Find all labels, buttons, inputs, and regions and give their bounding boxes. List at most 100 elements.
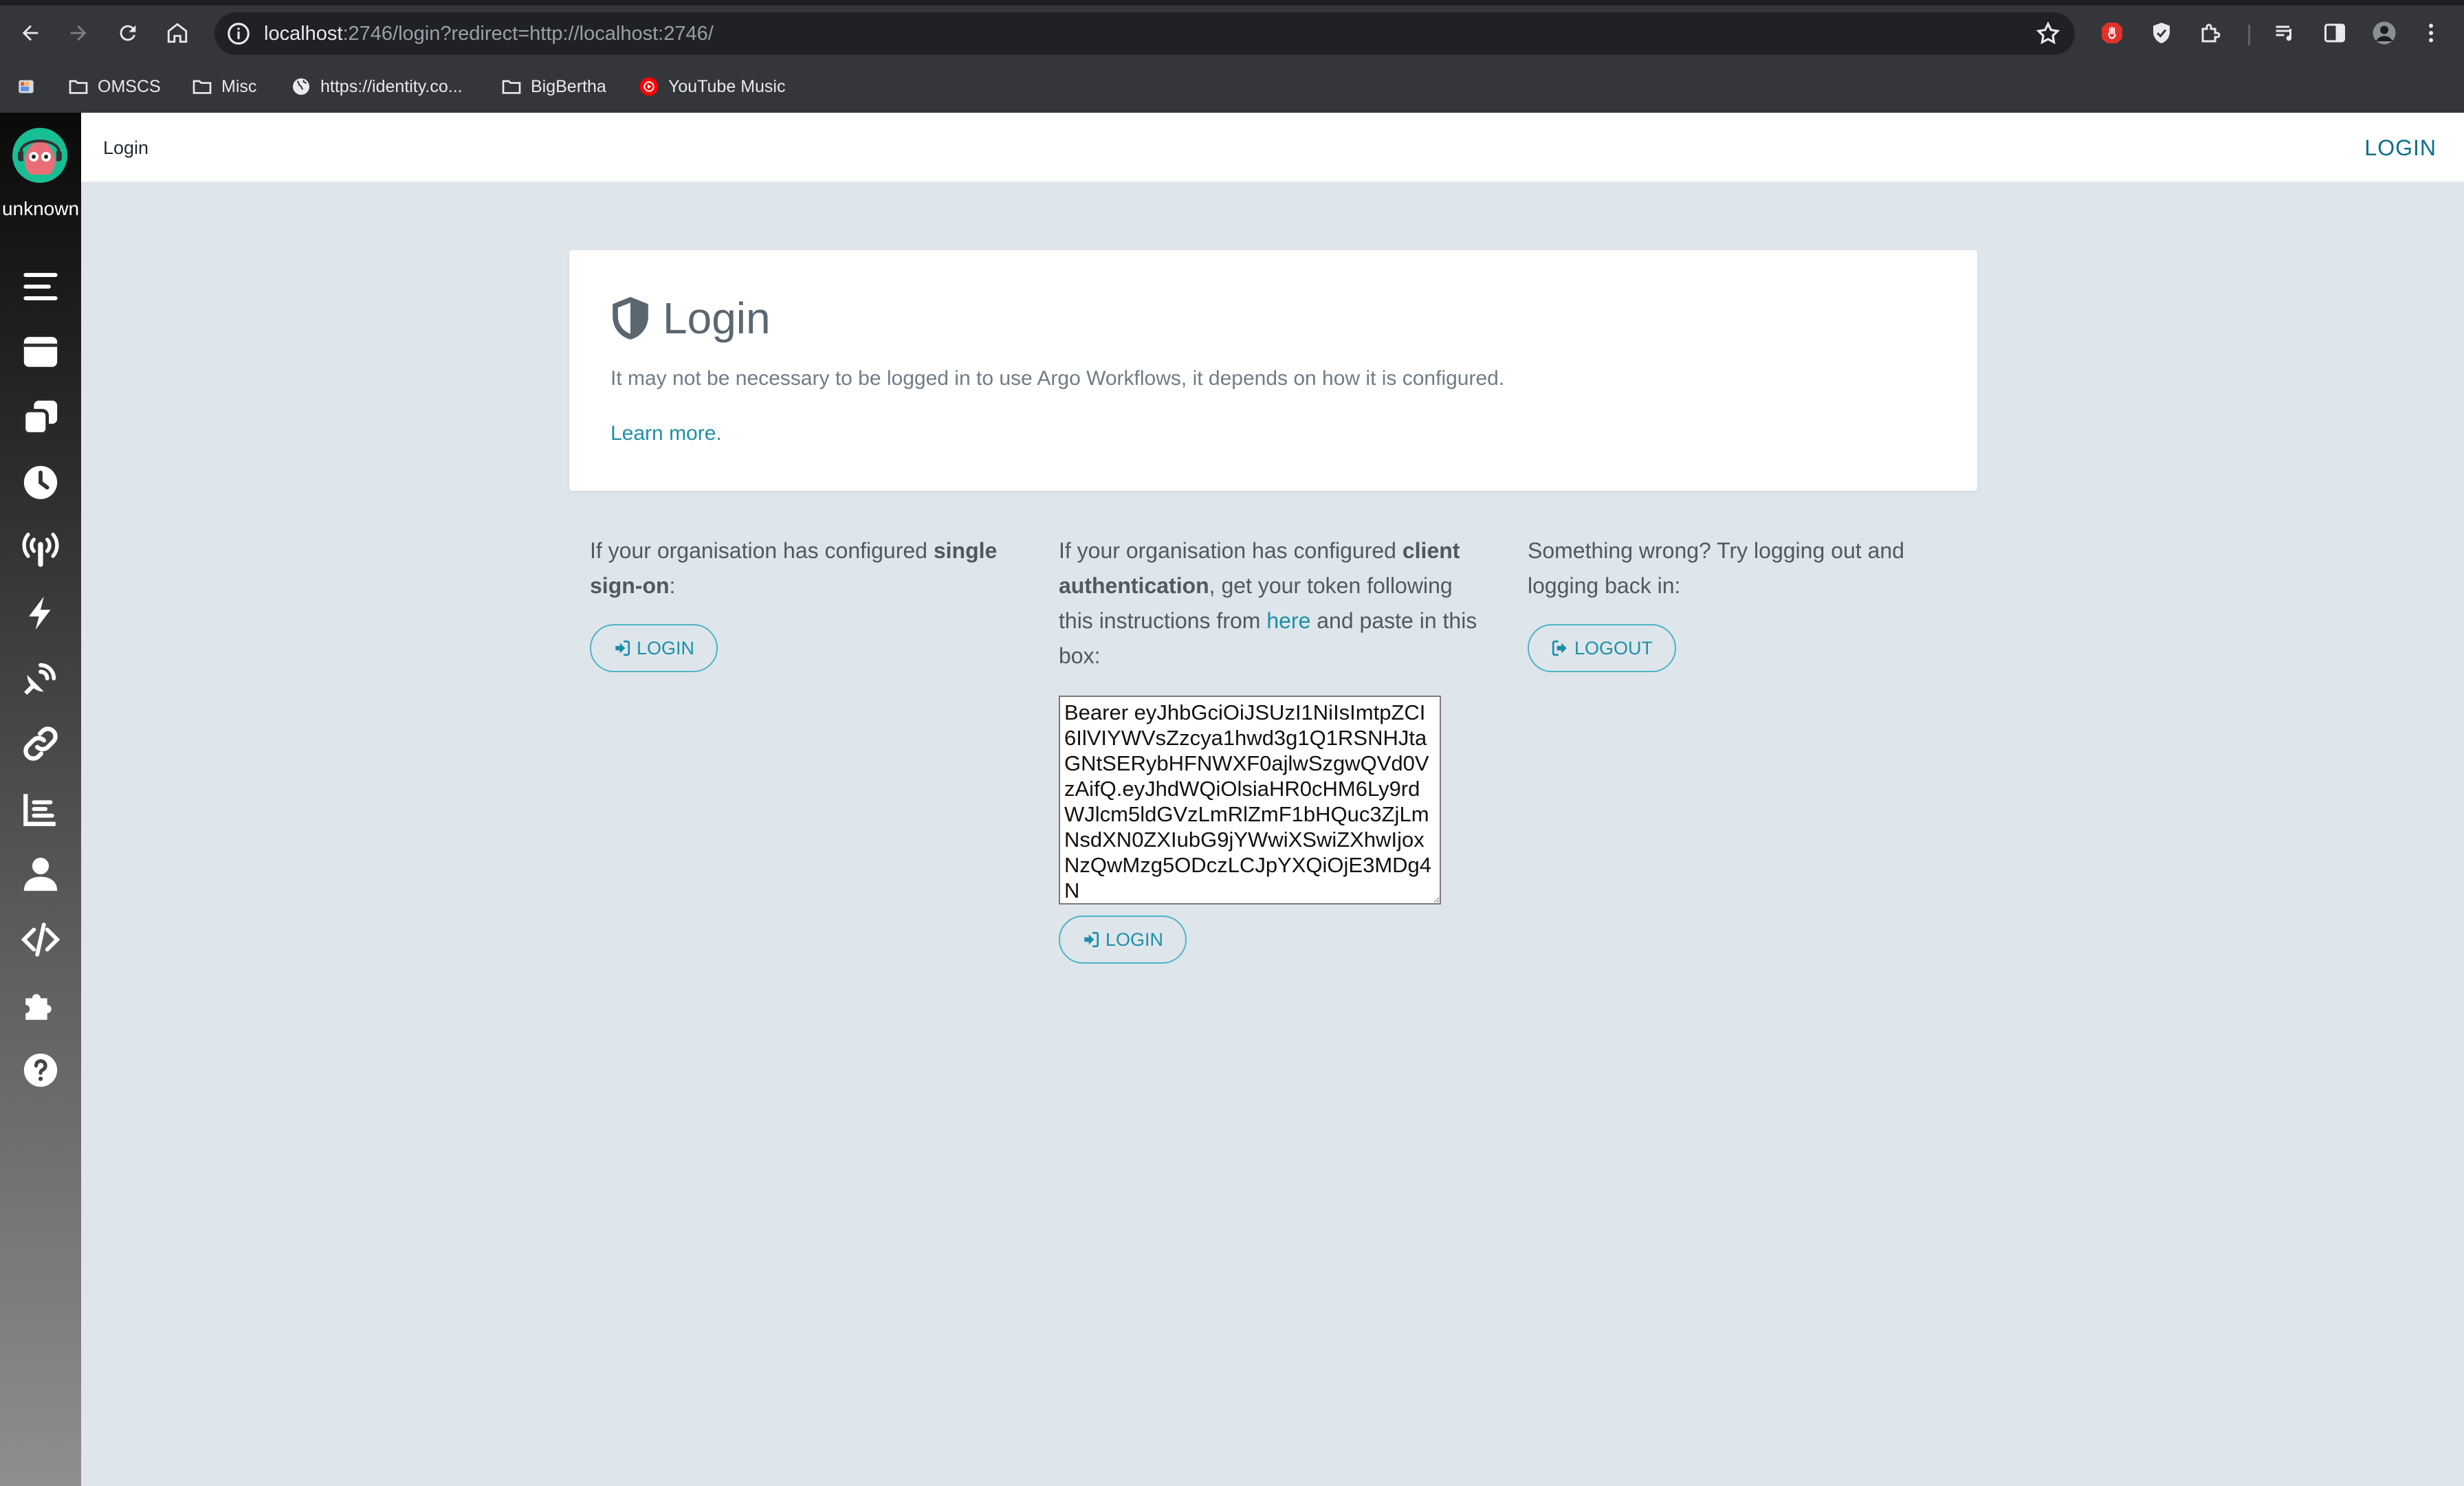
lightning-icon <box>29 596 51 630</box>
sign-out-icon <box>1552 640 1567 656</box>
site-info-icon[interactable] <box>226 21 252 47</box>
back-button[interactable] <box>12 15 48 51</box>
stop-hand-icon <box>2102 23 2122 43</box>
profile-button[interactable] <box>2370 19 2398 47</box>
side-panel-button[interactable] <box>2321 19 2348 47</box>
shield-icon <box>613 297 648 340</box>
sidebar-item-user[interactable] <box>18 852 63 897</box>
extensions-button[interactable] <box>2197 19 2225 47</box>
login-info-card: Login It may not be necessary to be logg… <box>569 250 1977 491</box>
help-icon <box>23 1053 58 1087</box>
folder-icon <box>502 80 521 94</box>
puzzle-icon <box>2201 23 2221 43</box>
browser-toolbar: localhost:2746/login?redirect=http://loc… <box>0 5 2464 60</box>
bookmark-misc[interactable]: Misc <box>191 73 256 100</box>
bookmark-app[interactable] <box>15 73 45 100</box>
sso-text-end: : <box>669 573 676 598</box>
playlist-icon <box>2276 25 2292 41</box>
url-text: localhost:2746/login?redirect=http://loc… <box>264 12 714 55</box>
sidebar-item-menu[interactable] <box>18 264 63 309</box>
workflow-templates-icon <box>22 400 58 436</box>
workflows-icon <box>23 337 58 367</box>
sidebar-item-event-sources[interactable] <box>18 525 63 570</box>
token-textarea[interactable]: Bearer eyJhbGciOiJSUzI1NiIsImtpZCI6IlVIY… <box>1059 696 1441 905</box>
globe-icon <box>293 78 309 95</box>
browser-chrome: localhost:2746/login?redirect=http://loc… <box>0 0 2464 113</box>
url-path: :2746/login?redirect=http://localhost:27… <box>342 23 714 45</box>
sign-in-icon <box>1084 931 1099 948</box>
arrow-right-icon <box>70 25 87 41</box>
extension-adblock[interactable] <box>2098 19 2126 47</box>
tab-strip <box>0 0 2464 5</box>
media-controls-button[interactable] <box>2272 19 2299 47</box>
breadcrumb: Login <box>103 137 149 158</box>
bookmark-youtube-music[interactable]: YouTube Music <box>638 73 785 100</box>
client-auth-text-1: If your organisation has configured <box>1059 538 1402 563</box>
bookmark-omscs[interactable]: OMSCS <box>67 73 161 100</box>
sso-section: If your organisation has configured sing… <box>590 533 1016 603</box>
folder-icon <box>192 80 212 94</box>
sso-login-button[interactable]: LOGIN <box>590 624 718 672</box>
sso-login-label: LOGIN <box>636 637 695 658</box>
bookmark-star-icon[interactable] <box>2035 21 2061 47</box>
sidebar-item-api-docs[interactable] <box>18 917 63 962</box>
topbar-login-button[interactable]: LOGIN <box>2364 113 2436 183</box>
bar-chart-icon <box>23 794 56 826</box>
extension-shield[interactable] <box>2148 19 2175 47</box>
sidebar-item-workflow-templates[interactable] <box>18 395 63 440</box>
app-icon <box>19 80 34 93</box>
learn-more-link[interactable]: Learn more. <box>610 422 722 445</box>
menu-icon <box>23 273 58 300</box>
token-login-button[interactable]: LOGIN <box>1059 916 1187 964</box>
logout-section: Something wrong? Try logging out and log… <box>1528 533 1954 603</box>
youtube-music-icon <box>639 77 659 96</box>
broadcast-icon <box>22 533 59 567</box>
toolbar-divider <box>2248 25 2250 45</box>
logout-label: LOGOUT <box>1574 637 1653 658</box>
shield-check-icon <box>2153 23 2170 43</box>
bookmark-identity[interactable]: https://identity.co... <box>290 73 463 100</box>
bookmark-bigbertha[interactable]: BigBertha <box>500 73 606 100</box>
home-button[interactable] <box>160 15 195 51</box>
sso-text: If your organisation has configured <box>590 538 934 563</box>
sign-in-icon <box>615 640 630 656</box>
client-auth-section: If your organisation has configured clie… <box>1059 533 1492 674</box>
argo-logo-icon[interactable] <box>11 126 69 184</box>
sidebar-item-links[interactable] <box>18 721 63 766</box>
user-icon <box>23 857 58 891</box>
sidebar-item-workflows[interactable] <box>18 329 63 375</box>
bookmark-label: YouTube Music <box>668 76 786 96</box>
user-name: unknown <box>1 198 80 219</box>
sidebar-item-help[interactable] <box>18 1047 63 1093</box>
bookmark-label: Misc <box>221 76 257 96</box>
sidebar-item-plugins[interactable] <box>18 982 63 1028</box>
more-vert-icon <box>2429 23 2433 43</box>
sidebar-item-cron-workflows[interactable] <box>18 460 63 505</box>
profile-avatar-icon <box>2373 21 2396 45</box>
logout-button[interactable]: LOGOUT <box>1528 624 1676 672</box>
home-icon <box>167 23 188 43</box>
sidebar-item-sensors[interactable] <box>18 590 63 636</box>
code-icon <box>21 922 60 957</box>
folder-icon <box>69 80 88 94</box>
sidebar-item-event-flow[interactable] <box>18 656 63 701</box>
satellite-dish-icon <box>24 663 56 695</box>
link-icon <box>23 727 58 761</box>
reload-icon <box>120 25 136 41</box>
arrow-left-icon <box>22 25 38 41</box>
browser-menu-button[interactable] <box>2417 19 2445 47</box>
login-description: It may not be necessary to be logged in … <box>610 367 1505 390</box>
bookmarks-bar: OMSCS Misc https://identity.co... BigBer… <box>0 66 2464 109</box>
instructions-link[interactable]: here <box>1266 608 1310 633</box>
sidebar-item-reports[interactable] <box>18 786 63 832</box>
address-bar[interactable]: localhost:2746/login?redirect=http://loc… <box>214 12 2075 55</box>
bookmark-label: BigBertha <box>531 76 606 96</box>
app-topbar: Login LOGIN <box>81 113 2464 183</box>
url-host: localhost <box>264 23 343 45</box>
forward-button[interactable] <box>60 15 96 51</box>
bookmark-label: OMSCS <box>98 76 161 96</box>
token-login-label: LOGIN <box>1105 929 1164 950</box>
reload-button[interactable] <box>110 15 146 51</box>
logout-text: Something wrong? Try logging out and log… <box>1528 538 1904 598</box>
puzzle-icon <box>25 994 52 1020</box>
